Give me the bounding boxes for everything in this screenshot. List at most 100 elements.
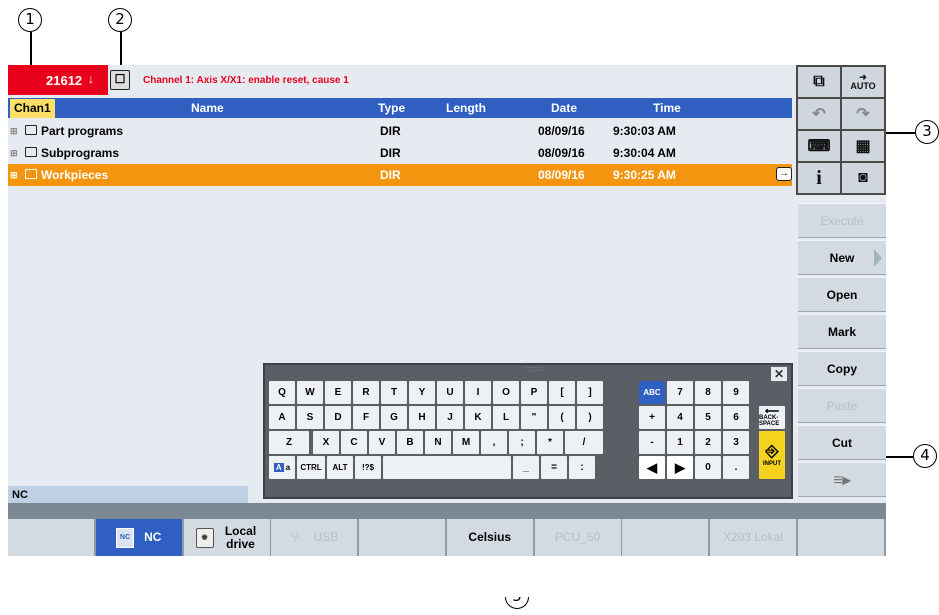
key[interactable]: 4 (667, 406, 693, 429)
key[interactable]: + (639, 406, 665, 429)
symbols-key[interactable]: !?$ (355, 456, 381, 479)
cursor-left-key[interactable]: ◀ (639, 456, 665, 479)
hsoftkey-10[interactable] (797, 519, 884, 556)
key[interactable]: R (353, 381, 379, 404)
open-button[interactable]: Open (798, 277, 886, 312)
shift-key[interactable]: Aa (269, 456, 295, 479)
table-row-selected[interactable]: ⊞ Workpieces DIR 08/09/16 9:30:25 AM → (8, 164, 792, 186)
key[interactable]: J (437, 406, 463, 429)
key[interactable]: ) (577, 406, 603, 429)
window-switch-icon[interactable]: ⧉ (798, 67, 840, 97)
column-length[interactable]: Length (446, 101, 486, 115)
input-key[interactable]: ⎆ INPUT (759, 431, 785, 479)
key[interactable]: K (465, 406, 491, 429)
backspace-key[interactable]: ⟵ BACK-SPACE (759, 406, 785, 429)
key[interactable]: ( (549, 406, 575, 429)
key[interactable]: Q (269, 381, 295, 404)
key[interactable]: " (521, 406, 547, 429)
alarm-acknowledge-icon[interactable]: ☐ (110, 70, 130, 90)
key[interactable]: H (409, 406, 435, 429)
expand-icon[interactable]: ⊞ (10, 126, 18, 137)
key[interactable]: M (453, 431, 479, 454)
key[interactable]: 3 (723, 431, 749, 454)
paste-button[interactable]: Paste (798, 388, 886, 423)
key[interactable]: C (341, 431, 367, 454)
keyboard-close-icon[interactable]: ✕ (771, 367, 787, 381)
key[interactable]: 9 (723, 381, 749, 404)
celsius-button[interactable]: Celsius (446, 519, 533, 556)
key[interactable]: S (297, 406, 323, 429)
key[interactable]: E (325, 381, 351, 404)
ctrl-key[interactable]: CTRL (297, 456, 325, 479)
mark-button[interactable]: Mark (798, 314, 886, 349)
key[interactable]: F (353, 406, 379, 429)
x203-lokal-button[interactable]: X203 Lokal (710, 519, 796, 556)
key[interactable]: X (313, 431, 339, 454)
open-directory-icon[interactable]: → (776, 167, 792, 181)
key[interactable]: 8 (695, 381, 721, 404)
key[interactable]: P (521, 381, 547, 404)
key[interactable]: N (425, 431, 451, 454)
key[interactable]: 1 (667, 431, 693, 454)
key[interactable]: 6 (723, 406, 749, 429)
key[interactable]: / (565, 431, 603, 454)
key[interactable]: W (297, 381, 323, 404)
alarm-bar[interactable]: 21612 ↓ (8, 65, 108, 95)
keyboard-icon[interactable]: ⌨ (798, 131, 840, 161)
expand-icon[interactable]: ⊞ (10, 170, 18, 181)
column-time[interactable]: Time (653, 101, 681, 115)
key[interactable]: * (537, 431, 563, 454)
hsoftkey-8[interactable] (622, 519, 709, 556)
key[interactable]: A (269, 406, 295, 429)
key[interactable]: _ (513, 456, 539, 479)
cursor-right-key[interactable]: ▶ (667, 456, 693, 479)
hsoftkey-1[interactable] (8, 519, 94, 556)
space-key[interactable] (383, 456, 511, 479)
copy-button[interactable]: Copy (798, 351, 886, 386)
key[interactable]: , (481, 431, 507, 454)
info-icon[interactable]: i (798, 163, 840, 193)
abc-key[interactable]: ABC (639, 381, 665, 404)
more-menu-button[interactable]: ≡▸ (798, 462, 886, 497)
auto-mode-icon[interactable]: ➜ AUTO (842, 67, 884, 97)
key[interactable]: Z (269, 431, 309, 454)
key[interactable]: V (369, 431, 395, 454)
key[interactable]: ; (509, 431, 535, 454)
onscreen-keyboard[interactable]: :::::: ✕ Q W E R T Y U I O P [ ] ABC 7 8… (263, 363, 793, 499)
key[interactable]: . (723, 456, 749, 479)
redo-icon[interactable]: ↷ (842, 99, 884, 129)
key[interactable]: 5 (695, 406, 721, 429)
execute-button[interactable]: Execute (798, 203, 886, 238)
key[interactable]: - (639, 431, 665, 454)
key[interactable]: = (541, 456, 567, 479)
screenshot-icon[interactable]: ◙ (842, 163, 884, 193)
keyboard-drag-handle-icon[interactable]: :::::: (525, 366, 543, 373)
key[interactable]: [ (549, 381, 575, 404)
local-drive-button[interactable]: ◉ Local drive (183, 519, 270, 556)
cut-button[interactable]: Cut (798, 425, 886, 460)
key[interactable]: D (325, 406, 351, 429)
key[interactable]: 0 (695, 456, 721, 479)
key[interactable]: 2 (695, 431, 721, 454)
hsoftkey-5[interactable] (359, 519, 445, 556)
table-row[interactable]: ⊞ Subprograms DIR 08/09/16 9:30:04 AM (8, 142, 792, 164)
key[interactable]: Y (409, 381, 435, 404)
key[interactable]: B (397, 431, 423, 454)
key[interactable]: ] (577, 381, 603, 404)
undo-icon[interactable]: ↶ (798, 99, 840, 129)
nc-drive-button[interactable]: NC NC (95, 519, 182, 556)
table-row[interactable]: ⊞ Part programs DIR 08/09/16 9:30:03 AM (8, 120, 792, 142)
key[interactable]: 7 (667, 381, 693, 404)
key[interactable]: T (381, 381, 407, 404)
alt-key[interactable]: ALT (327, 456, 353, 479)
column-date[interactable]: Date (551, 101, 577, 115)
usb-button[interactable]: ⑂ USB (271, 519, 358, 556)
column-name[interactable]: Name (191, 101, 224, 115)
new-button[interactable]: New (798, 240, 886, 275)
key[interactable]: : (569, 456, 595, 479)
key[interactable]: L (493, 406, 519, 429)
key[interactable]: U (437, 381, 463, 404)
column-type[interactable]: Type (378, 101, 405, 115)
calculator-icon[interactable]: ▦ (842, 131, 884, 161)
key[interactable]: O (493, 381, 519, 404)
